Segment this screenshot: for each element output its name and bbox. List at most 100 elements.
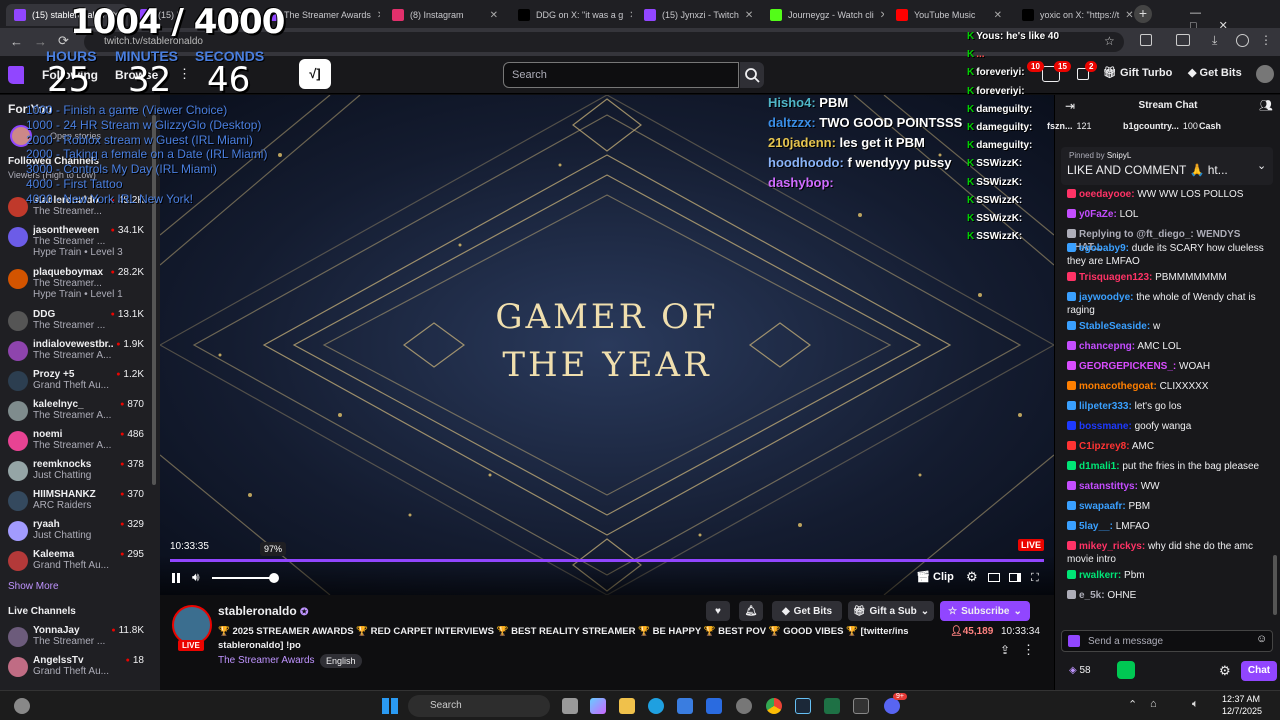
chat-message[interactable]: satanstittys: WW <box>1067 480 1277 493</box>
sidebar-channel-item[interactable]: noemiThe Streamer A... 486 <box>0 427 150 457</box>
claim-bonus-button[interactable] <box>1117 661 1135 679</box>
chat-message[interactable]: StableSeaside: w <box>1067 320 1277 333</box>
chat-message[interactable]: egobaby9: dude its SCARY how clueless th… <box>1067 242 1277 268</box>
chat-badge-icon[interactable] <box>1068 635 1080 647</box>
browser-tab[interactable]: DDG on X: "it was a g ✕ <box>510 4 632 26</box>
chat-settings-gear-icon[interactable]: ⚙ <box>1219 663 1231 679</box>
sidebar-live-item[interactable]: AngelssTvGrand Theft Au... 18 <box>0 653 150 683</box>
nav-more-icon[interactable]: ⋮ <box>178 66 191 82</box>
theatre-mode-icon[interactable] <box>1009 573 1021 582</box>
browser-tab[interactable]: yoxic on X: "https://t ✕ <box>1014 4 1136 26</box>
sidebar-channel-item[interactable]: kaleelnyc_The Streamer A... 870 <box>0 397 150 427</box>
close-tab-icon[interactable]: ✕ <box>629 10 632 21</box>
browser-tab[interactable]: YouTube Music ✕ <box>888 4 1010 26</box>
sidebar-channel-item[interactable]: DDGThe Streamer ... 13.1K <box>0 307 150 337</box>
chat-username[interactable]: d1mali1: <box>1079 461 1120 472</box>
browser-menu-icon[interactable]: ⋮ <box>1260 33 1272 47</box>
chat-message[interactable]: 5lay__: LMFAO <box>1067 520 1277 533</box>
sidebar-channel-item[interactable]: reemknocksJust Chatting 378 <box>0 457 150 487</box>
extension-logo-icon[interactable]: √] <box>299 59 331 89</box>
chat-username[interactable]: mikey_rickys: <box>1079 541 1145 552</box>
chat-username[interactable]: GEORGEPICKENS_: <box>1079 361 1176 372</box>
back-icon[interactable]: ← <box>10 34 23 49</box>
miniplayer-icon[interactable] <box>988 573 1000 582</box>
chat-message[interactable]: jaywoodye: the whole of Wendy chat is ra… <box>1067 291 1277 317</box>
chat-scrollbar[interactable] <box>1273 555 1277 615</box>
reload-icon[interactable]: ⟳ <box>58 33 69 49</box>
twitch-logo[interactable] <box>8 66 24 84</box>
chat-message[interactable]: oeedayooe: WW WW LOS POLLOS <box>1067 188 1277 201</box>
chat-username[interactable]: bossmane: <box>1079 421 1132 432</box>
sidebar-channel-item[interactable]: ryaahJust Chatting 329 <box>0 517 150 547</box>
close-tab-icon[interactable]: ✕ <box>377 10 380 21</box>
leaderboard-item[interactable]: fszn... 121 <box>1047 121 1092 131</box>
volume-icon[interactable]: 🔊︎ <box>192 570 200 585</box>
chat-username[interactable]: monacothegoat: <box>1079 381 1157 392</box>
subscribe-button[interactable]: ☆ Subscribe ⌄ <box>940 601 1030 621</box>
chat-message[interactable]: rwalkerr: Pbm <box>1067 569 1277 582</box>
close-tab-icon[interactable]: ✕ <box>490 10 498 21</box>
chat-users-icon[interactable]: 👥︎ <box>1259 99 1273 112</box>
sidebar-channel-item[interactable]: KaleemaGrand Theft Au... 295 <box>0 547 150 577</box>
gift-sub-button[interactable]: 🎁︎ Gift a Sub ⌄ <box>848 601 934 621</box>
widgets-icon[interactable] <box>14 698 30 714</box>
streamer-avatar[interactable] <box>172 605 212 645</box>
steam-icon[interactable] <box>795 698 811 714</box>
chevron-down-icon[interactable]: ⌄ <box>1257 159 1266 172</box>
chat-username[interactable]: 5lay__: <box>1079 521 1113 532</box>
volume-slider[interactable] <box>212 573 280 583</box>
search-button[interactable] <box>740 62 764 88</box>
chat-message[interactable]: Trisquagen123: PBMMMMMMM <box>1067 271 1277 284</box>
user-avatar[interactable] <box>1256 65 1274 83</box>
edge-icon[interactable] <box>648 698 664 714</box>
show-more-link[interactable]: Show More <box>8 581 59 592</box>
leaderboard-item[interactable]: Cash <box>1199 121 1225 131</box>
store-icon[interactable] <box>677 698 693 714</box>
mail-icon[interactable] <box>706 698 722 714</box>
follow-heart-button[interactable]: ♥ <box>706 601 730 621</box>
chat-username[interactable]: jaywoodye: <box>1079 292 1133 303</box>
leaderboard-item[interactable]: b1gcountry... 100 <box>1123 121 1198 131</box>
sidebar-channel-item[interactable]: Prozy +5Grand Theft Au... 1.2K <box>0 367 150 397</box>
sidebar-channel-item[interactable]: jasontheweenThe Streamer ... 34.1K Hype Tr… <box>0 223 150 258</box>
share-icon[interactable]: ⇪ <box>1000 643 1010 657</box>
fullscreen-icon[interactable]: ⛶ <box>1031 572 1039 585</box>
chat-username[interactable]: egobaby9: <box>1079 243 1129 254</box>
sidebar-panel-icon[interactable] <box>1176 34 1190 46</box>
tray-chevron-icon[interactable]: ⌃ <box>1128 698 1137 711</box>
more-options-icon[interactable]: ⋮ <box>1022 642 1035 658</box>
downloads-icon[interactable]: ⤓ <box>1212 33 1217 48</box>
close-tab-icon[interactable]: ✕ <box>1125 10 1133 21</box>
terminal-icon[interactable] <box>853 698 869 714</box>
chat-message[interactable]: lilpeter333: let's go los <box>1067 400 1277 413</box>
chat-username[interactable]: lilpeter333: <box>1079 401 1132 412</box>
task-view-icon[interactable] <box>562 698 578 714</box>
search-input[interactable]: Search <box>503 62 739 88</box>
extensions-icon[interactable] <box>1140 34 1152 46</box>
chat-message[interactable]: mikey_rickys: why did she do the amc mov… <box>1067 540 1277 566</box>
chat-username[interactable]: e_5k: <box>1079 590 1105 601</box>
chat-username[interactable]: oeedayooe: <box>1079 189 1135 200</box>
tray-volume-icon[interactable]: 🔈︎ <box>1192 698 1199 711</box>
copilot-icon[interactable] <box>590 698 606 714</box>
chrome-icon[interactable] <box>766 698 782 714</box>
bookmark-star-icon[interactable]: ☆ <box>1104 34 1115 48</box>
chat-message[interactable]: e_5k: OHNE <box>1067 589 1277 602</box>
pause-icon[interactable] <box>172 573 175 583</box>
chat-message[interactable]: d1mali1: put the fries in the bag please… <box>1067 460 1277 473</box>
sidebar-channel-item[interactable]: plaqueboymaxThe Streamer... 28.2K Hype Tra… <box>0 265 150 300</box>
sidebar-live-item[interactable]: YonnaJayThe Streamer ... 11.8K <box>0 623 150 653</box>
chat-send-button[interactable]: Chat <box>1241 661 1277 681</box>
new-tab-button[interactable]: + <box>1134 5 1152 23</box>
chat-username[interactable]: swapaafr: <box>1079 501 1126 512</box>
taskbar-search[interactable]: Search <box>408 695 550 717</box>
browser-tab[interactable]: Journeygz - Watch cli ✕ <box>762 4 884 26</box>
video-player[interactable]: GAMER OF THE YEAR Hisho4: PBM daltzzx: TW… <box>160 95 1054 595</box>
gift-turbo-button[interactable]: 🎁︎ Gift Turbo <box>1103 66 1172 79</box>
discord-icon[interactable] <box>884 698 900 714</box>
emote-picker-icon[interactable]: ☺ <box>1256 633 1267 645</box>
chat-username[interactable]: rwalkerr: <box>1079 570 1121 581</box>
settings-gear-icon[interactable]: ⚙ <box>966 569 978 585</box>
chat-username[interactable]: Trisquagen123: <box>1079 272 1152 283</box>
close-tab-icon[interactable]: ✕ <box>994 10 1002 21</box>
